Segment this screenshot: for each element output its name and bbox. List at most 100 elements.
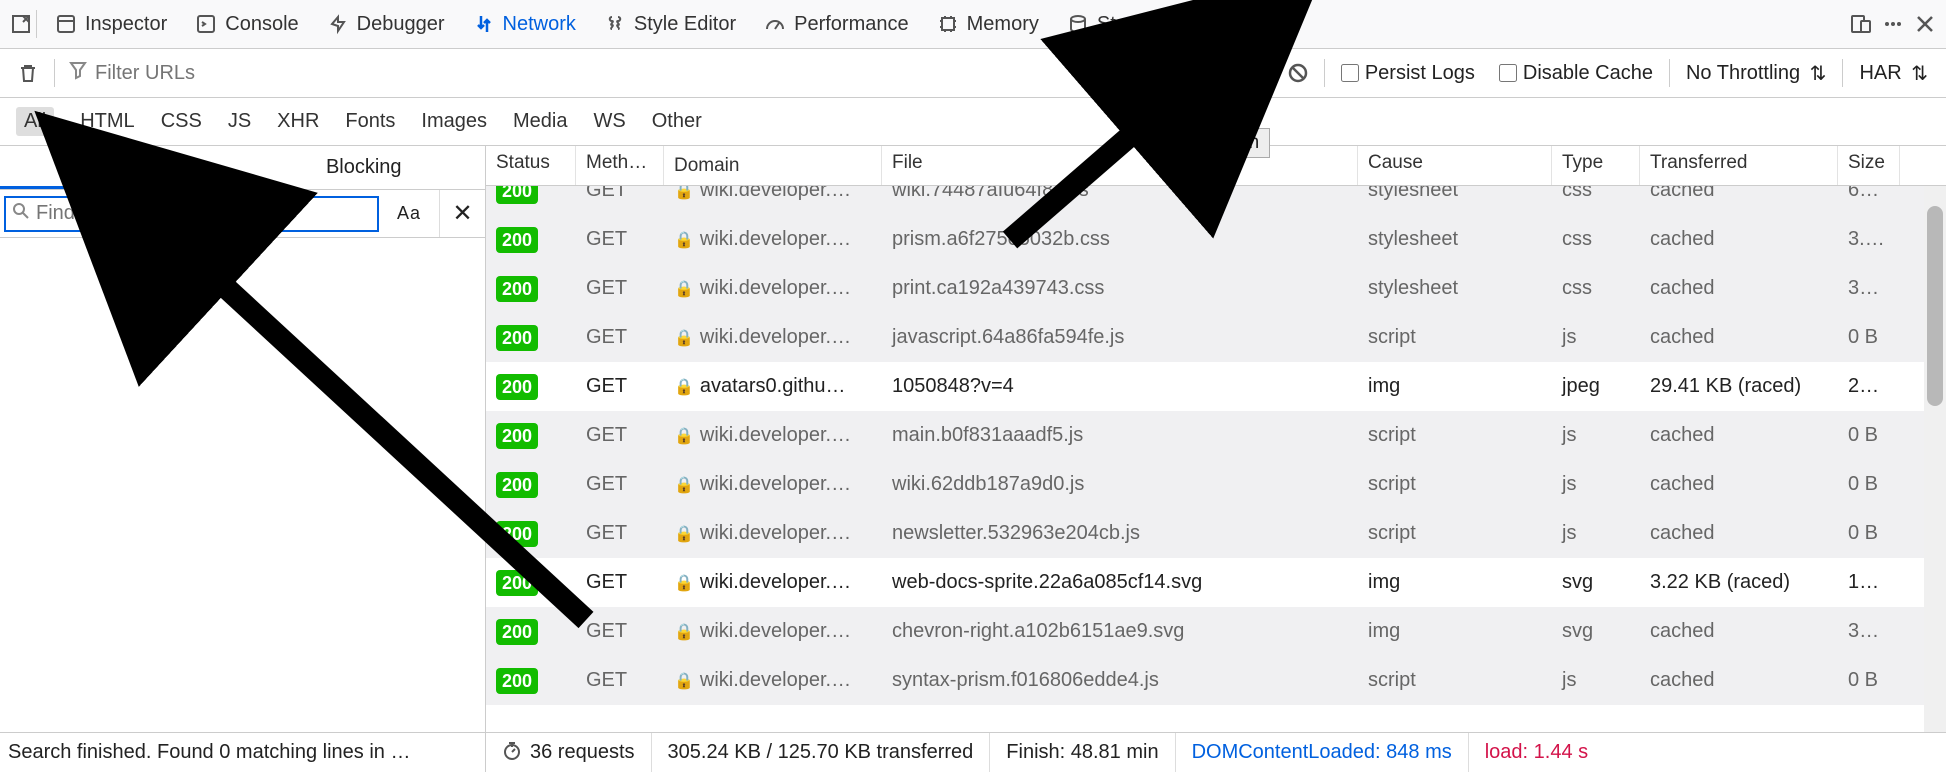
tab-inspector[interactable]: Inspector <box>41 0 181 48</box>
cell-domain: 🔒wiki.developer.… <box>664 424 882 447</box>
tab-network[interactable]: Network <box>459 0 590 48</box>
dock-icon[interactable] <box>10 13 32 35</box>
chevron-right-icon[interactable] <box>1189 13 1211 35</box>
filter-xhr[interactable]: XHR <box>277 110 319 133</box>
cell-file: print.ca192a439743.css <box>882 277 1358 300</box>
cell-domain: 🔒wiki.developer.… <box>664 473 882 496</box>
col-transferred[interactable]: Transferred <box>1640 146 1838 185</box>
tab-console[interactable]: Console <box>181 0 312 48</box>
filter-urls-input[interactable] <box>95 62 1177 85</box>
har-select[interactable]: HAR ⇅ <box>1849 61 1938 86</box>
table-row[interactable]: 200GET🔒wiki.developer.…wiki.74487aIu64f8… <box>486 186 1946 215</box>
responsive-design-icon[interactable] <box>1850 13 1872 35</box>
filter-fonts[interactable]: Fonts <box>345 110 395 133</box>
tab-memory[interactable]: Memory <box>923 0 1053 48</box>
table-row[interactable]: 200GET🔒wiki.developer.…chevron-right.a10… <box>486 607 1946 656</box>
sidebar-tabs: Search Blocking <box>0 146 485 190</box>
cell-domain: 🔒wiki.developer.… <box>664 186 882 202</box>
throttling-select[interactable]: No Throttling ⇅ <box>1676 61 1836 86</box>
filter-html[interactable]: HTML <box>80 110 134 133</box>
tab-performance[interactable]: Performance <box>750 0 923 48</box>
cell-cause: script <box>1358 669 1552 692</box>
col-domain[interactable]: Domain <box>664 146 882 185</box>
tab-style-editor[interactable]: Style Editor <box>590 0 750 48</box>
console-icon <box>195 13 217 35</box>
filter-other[interactable]: Other <box>652 110 702 133</box>
table-row[interactable]: 200GET🔒wiki.developer.…prism.a6f275e5032… <box>486 215 1946 264</box>
filter-js[interactable]: JS <box>228 110 251 133</box>
cell-domain: 🔒wiki.developer.… <box>664 620 882 643</box>
cell-transferred: cached <box>1640 620 1838 643</box>
filter-images[interactable]: Images <box>421 110 487 133</box>
status-badge: 200 <box>496 186 538 204</box>
close-icon[interactable] <box>1914 13 1936 35</box>
sidebar-search-input[interactable] <box>36 202 371 225</box>
cell-type: css <box>1552 186 1640 202</box>
filter-ws[interactable]: WS <box>594 110 626 133</box>
cell-file: 1050848?v=4 <box>882 375 1358 398</box>
lock-icon: 🔒 <box>674 328 694 348</box>
cell-size: 10.… <box>1838 571 1900 594</box>
lock-icon: 🔒 <box>674 475 694 495</box>
tab-debugger[interactable]: Debugger <box>313 0 459 48</box>
table-row[interactable]: 200GET🔒wiki.developer.…web-docs-sprite.2… <box>486 558 1946 607</box>
disable-cache-input[interactable] <box>1499 64 1517 82</box>
sidebar-close-button[interactable]: ✕ <box>439 190 485 237</box>
filter-css[interactable]: CSS <box>161 110 202 133</box>
dcl-cell: DOMContentLoaded: 848 ms <box>1176 733 1469 772</box>
col-type[interactable]: Type <box>1552 146 1640 185</box>
table-row[interactable]: 200GET🔒wiki.developer.…print.ca192a43974… <box>486 264 1946 313</box>
resume-button[interactable] <box>1190 53 1230 93</box>
table-row[interactable]: 200GET🔒wiki.developer.…syntax-prism.f016… <box>486 656 1946 705</box>
cell-transferred: 3.22 KB (raced) <box>1640 571 1838 594</box>
sidebar-tab-blocking[interactable]: Blocking <box>243 146 486 189</box>
lock-icon: 🔒 <box>674 186 694 201</box>
block-button[interactable] <box>1278 53 1318 93</box>
funnel-icon <box>69 61 87 85</box>
col-status[interactable]: Status <box>486 146 576 185</box>
cell-size: 32… <box>1838 277 1900 300</box>
table-row[interactable]: 200GET🔒wiki.developer.…newsletter.532963… <box>486 509 1946 558</box>
disable-cache-checkbox[interactable]: Disable Cache <box>1489 62 1663 85</box>
col-size[interactable]: Size <box>1838 146 1900 185</box>
cell-file: wiki.62ddb187a9d0.js <box>882 473 1358 496</box>
table-row[interactable]: 200GET🔒avatars0.githu…1050848?v=4imgjpeg… <box>486 362 1946 411</box>
cell-transferred: cached <box>1640 228 1838 251</box>
persist-logs-checkbox[interactable]: Persist Logs <box>1331 62 1485 85</box>
cell-file: web-docs-sprite.22a6a085cf14.svg <box>882 571 1358 594</box>
cell-size: 0 B <box>1838 424 1900 447</box>
table-header: Status Meth… Domain File Cause Type Tran… <box>486 146 1946 186</box>
annotation-arrow-search-input <box>166 240 606 640</box>
sidebar-tab-search[interactable]: Search <box>0 146 243 189</box>
lock-icon: 🔒 <box>674 377 694 397</box>
cell-file: main.b0f831aaadf5.js <box>882 424 1358 447</box>
sidebar-search-row: Aa ✕ <box>0 190 485 238</box>
search-button[interactable] <box>1234 53 1274 93</box>
transferred-cell: 305.24 KB / 125.70 KB transferred <box>652 733 991 772</box>
table-row[interactable]: 200GET🔒wiki.developer.…main.b0f831aaadf5… <box>486 411 1946 460</box>
status-bar: Search finished. Found 0 matching lines … <box>0 732 1946 772</box>
cell-size: 33… <box>1838 620 1900 643</box>
more-icon[interactable] <box>1882 13 1904 35</box>
case-sensitive-toggle[interactable]: Aa <box>379 203 439 224</box>
filter-all[interactable]: All <box>16 107 54 136</box>
cell-cause: img <box>1358 571 1552 594</box>
filter-urls-wrap <box>61 61 1177 85</box>
cell-size: 0 B <box>1838 522 1900 545</box>
table-row[interactable]: 200GET🔒wiki.developer.…javascript.64a86f… <box>486 313 1946 362</box>
cell-file: javascript.64a86fa594fe.js <box>882 326 1358 349</box>
cell-file: newsletter.532963e204cb.js <box>882 522 1358 545</box>
col-cause[interactable]: Cause <box>1358 146 1552 185</box>
cell-cause: script <box>1358 424 1552 447</box>
persist-logs-input[interactable] <box>1341 64 1359 82</box>
cell-domain: 🔒avatars0.githu… <box>664 375 882 398</box>
filter-media[interactable]: Media <box>513 110 567 133</box>
sidebar-search-box[interactable] <box>4 196 379 232</box>
table-row[interactable]: 200GET🔒wiki.developer.…wiki.62ddb187a9d0… <box>486 460 1946 509</box>
trash-button[interactable] <box>8 53 48 93</box>
lock-icon: 🔒 <box>674 230 694 250</box>
scrollbar[interactable] <box>1924 186 1946 732</box>
tab-storage[interactable]: Storage <box>1053 0 1181 48</box>
scrollbar-thumb[interactable] <box>1927 206 1943 406</box>
col-method[interactable]: Meth… <box>576 146 664 185</box>
